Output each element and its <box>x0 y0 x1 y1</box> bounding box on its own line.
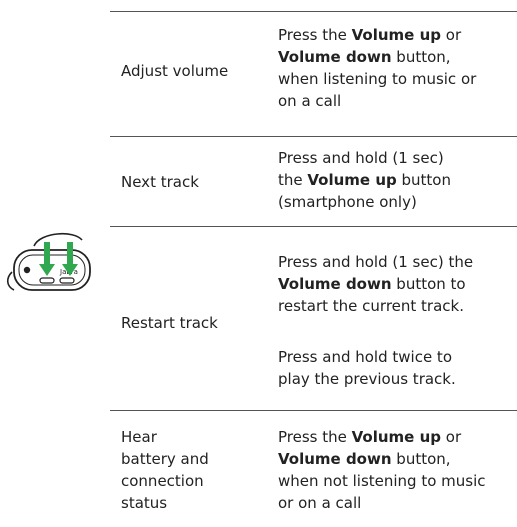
action-text: Adjust volume <box>121 62 229 80</box>
earhook-shape <box>33 233 83 247</box>
instruction-cell: Press and hold (1 sec) the Volume down b… <box>278 251 514 317</box>
action-label: Next track <box>121 171 199 193</box>
row-divider <box>110 226 517 227</box>
instruction-cell-secondary: Press and hold twice to play the previou… <box>278 346 514 390</box>
instruction-line: Volume down button, <box>278 450 451 468</box>
instruction-line: on a call <box>278 92 342 110</box>
earbud-volume-buttons-icon: Jabra <box>6 233 91 291</box>
instruction-line: Press the Volume up or <box>278 26 462 44</box>
instruction-line: when listening to music or <box>278 70 477 88</box>
instruction-line: (smartphone only) <box>278 193 417 211</box>
instruction-line: play the previous track. <box>278 370 456 388</box>
instruction-line: Volume down button, <box>278 48 451 66</box>
action-text: Restart track <box>121 314 218 332</box>
instruction-line: or on a call <box>278 494 362 512</box>
instruction-line: Press the Volume up or <box>278 428 462 446</box>
action-text: connection <box>121 472 204 490</box>
table-top-rule <box>110 11 517 12</box>
row-divider <box>110 410 517 411</box>
action-label: Hear battery and connection status <box>121 426 209 514</box>
instruction-cell: Press the Volume up or Volume down butto… <box>278 426 514 514</box>
action-label: Restart track <box>121 312 218 334</box>
instruction-cell: Press the Volume up or Volume down butto… <box>278 24 514 112</box>
instruction-line: Press and hold (1 sec) the <box>278 253 474 271</box>
instruction-line: Press and hold twice to <box>278 348 452 366</box>
earhook-tip <box>6 271 15 291</box>
volume-up-button <box>59 277 75 284</box>
instruction-line: Volume down button to <box>278 275 466 293</box>
action-text: battery and <box>121 450 209 468</box>
instruction-line: restart the current track. <box>278 297 464 315</box>
volume-down-button <box>39 277 55 284</box>
row-divider <box>110 136 517 137</box>
action-text: status <box>121 494 168 512</box>
instruction-line: Press and hold (1 sec) <box>278 149 444 167</box>
instruction-line: when not listening to music <box>278 472 486 490</box>
action-text: Hear <box>121 428 157 446</box>
mic-dot <box>23 266 31 274</box>
instruction-cell: Press and hold (1 sec) the Volume up but… <box>278 147 514 213</box>
action-label: Adjust volume <box>121 60 228 82</box>
instruction-line: the Volume up button <box>278 171 451 189</box>
action-text: Next track <box>121 173 199 191</box>
